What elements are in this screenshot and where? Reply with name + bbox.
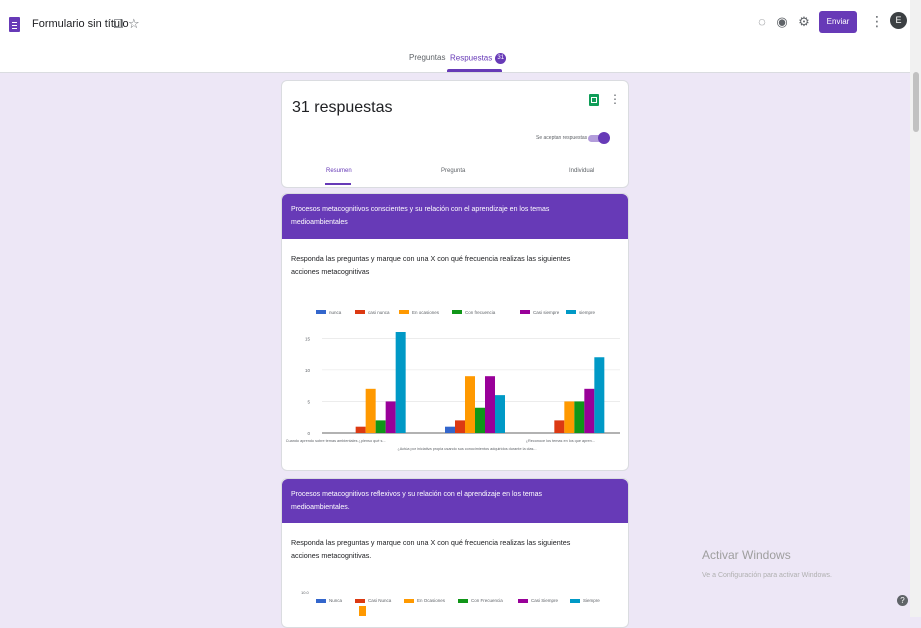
subtab-individual[interactable]: Individual <box>569 168 594 174</box>
bar <box>385 401 396 433</box>
responses-summary-card: 31 respuestas ⋮ Se aceptan respuestas Re… <box>281 80 629 188</box>
responses-count: 31 respuestas <box>292 99 393 116</box>
settings-gear-icon[interactable]: ⚙ <box>796 14 812 30</box>
legend-label: Casi siempre <box>533 310 560 315</box>
accept-responses-toggle-thumb[interactable] <box>598 132 610 144</box>
legend-swatch <box>566 310 576 314</box>
y-tick-label: 10.0 <box>301 590 309 595</box>
y-tick-label: 15 <box>305 336 311 341</box>
top-app-bar: Formulario sin título ☐ ☆ ◌ ◉ ⚙ Enviar ⋮… <box>0 0 921 73</box>
x-category-label: ¿Actúa por iniciativa propia usando sus … <box>397 447 536 451</box>
legend-swatch <box>520 310 530 314</box>
bar <box>564 401 575 433</box>
section-header-2: Procesos metacognitivos reflexivos y su … <box>282 479 628 523</box>
responses-count-badge: 31 <box>495 53 507 64</box>
more-options-icon[interactable]: ⋮ <box>870 13 884 30</box>
legend-swatch <box>570 598 580 603</box>
legend-label: casi nunca <box>368 310 390 315</box>
bar <box>495 395 505 433</box>
legend-en-ocasiones: En Ocasiones <box>404 598 445 603</box>
legend-nunca: Nunca <box>316 598 342 603</box>
preview-eye-icon[interactable]: ◉ <box>774 14 790 30</box>
send-button[interactable]: Enviar <box>819 11 857 33</box>
help-icon[interactable]: ? <box>897 595 908 606</box>
question-text: Responda las preguntas y marque con una … <box>291 254 571 276</box>
legend-swatch <box>355 598 365 603</box>
x-category-label: Cuando aprendo sobre temas ambientales ¿… <box>286 439 386 443</box>
forms-logo-icon[interactable] <box>9 17 20 32</box>
legend-siempre: Siempre <box>570 598 600 603</box>
x-category-label: ¿Reconoce los temas en los que apren... <box>526 439 595 443</box>
tab-preguntas[interactable]: Preguntas <box>409 53 445 62</box>
partial-bar <box>359 606 366 616</box>
section-title: Procesos metacognitivos reflexivos y su … <box>291 491 542 511</box>
legend-swatch <box>316 598 326 603</box>
y-tick-label: 10 <box>305 368 311 373</box>
section-card-1: Procesos metacognitivos conscientes y su… <box>281 193 629 471</box>
active-tab-indicator <box>447 69 502 72</box>
legend-label: En ocasiones <box>412 310 440 315</box>
bar <box>455 420 465 433</box>
bar <box>594 357 605 433</box>
palette-icon[interactable]: ◌ <box>754 14 770 30</box>
section-card-2: Procesos metacognitivos reflexivos y su … <box>281 478 629 628</box>
legend-swatch <box>316 310 326 314</box>
y-tick-label: 5 <box>307 399 310 404</box>
legend-swatch <box>458 598 468 603</box>
bar-chart: nunca casi nunca En ocasiones Con frecuenci… <box>286 310 620 451</box>
form-tabs: Preguntas Respuestas 31 <box>0 50 921 72</box>
legend-swatch <box>355 310 365 314</box>
question-text: Responda las preguntas y marque con una … <box>291 538 571 560</box>
legend-casi-siempre: Casi Siempre <box>518 598 558 603</box>
bar <box>465 376 475 433</box>
move-to-folder-icon[interactable]: ☐ <box>113 17 124 31</box>
windows-activation-subtitle: Ve a Configuración para activar Windows. <box>702 572 832 579</box>
bar <box>485 376 495 433</box>
bar <box>584 388 595 433</box>
bar <box>475 407 485 433</box>
y-tick-label: 0 <box>307 431 310 436</box>
star-icon[interactable]: ☆ <box>128 16 140 32</box>
legend-swatch <box>404 598 414 603</box>
legend-casi-nunca: Casi Nunca <box>355 598 391 603</box>
bar <box>355 426 366 433</box>
tab-respuestas[interactable]: Respuestas 31 <box>450 53 507 64</box>
bar <box>365 388 376 433</box>
legend-label: nunca <box>329 310 342 315</box>
subtab-resumen[interactable]: Resumen <box>326 168 352 174</box>
bar <box>375 420 386 433</box>
legend-con-frecuencia: Con Frecuencia <box>458 598 503 603</box>
bar <box>445 426 455 433</box>
legend-swatch <box>399 310 409 314</box>
section-header-1: Procesos metacognitivos conscientes y su… <box>282 194 628 239</box>
legend-swatch <box>452 310 462 314</box>
avatar[interactable]: E <box>890 12 907 29</box>
windows-activation-title: Activar Windows <box>702 548 791 562</box>
section-title: Procesos metacognitivos conscientes y su… <box>291 206 550 226</box>
accept-responses-label: Se aceptan respuestas <box>536 135 588 141</box>
subtab-indicator <box>325 183 351 185</box>
scrollbar-thumb[interactable] <box>913 72 919 132</box>
subtab-pregunta[interactable]: Pregunta <box>441 168 465 174</box>
bar <box>574 401 585 433</box>
legend-label: Con frecuencia <box>465 310 496 315</box>
legend-swatch <box>518 598 528 603</box>
bar <box>554 420 565 433</box>
bar <box>395 332 406 433</box>
responses-more-icon[interactable]: ⋮ <box>609 92 621 106</box>
sheets-icon[interactable] <box>589 94 599 106</box>
legend-label: siempre <box>579 310 596 315</box>
